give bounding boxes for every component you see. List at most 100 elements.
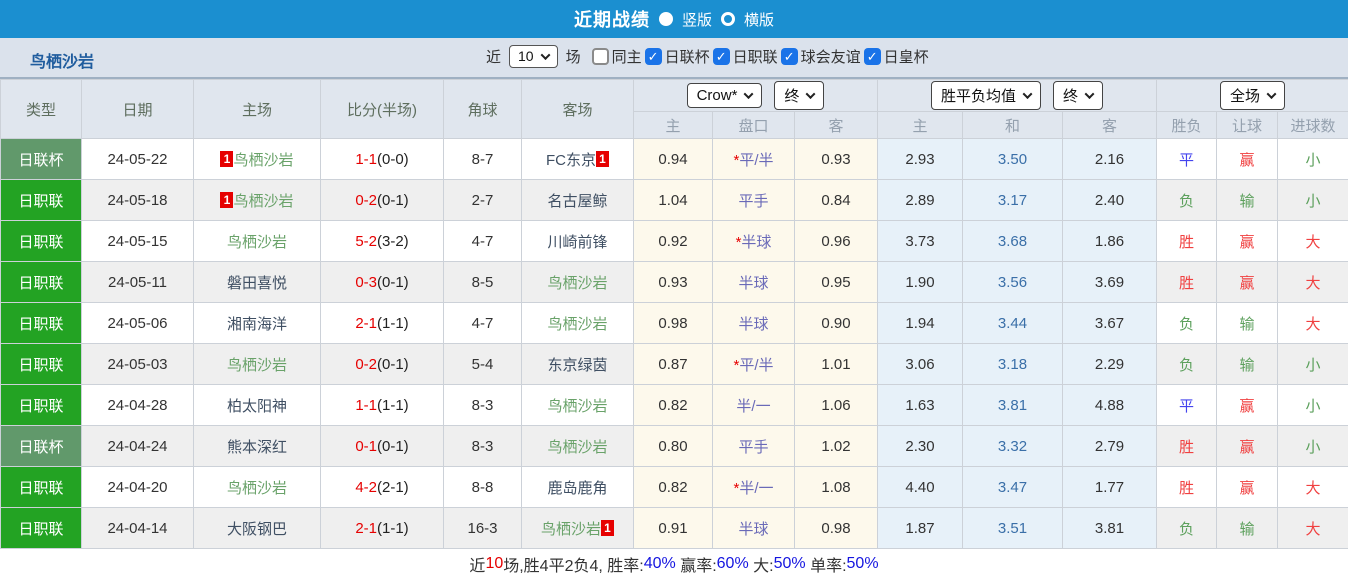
subheader-res-goals: 进球数 bbox=[1277, 111, 1348, 139]
same-home-label[interactable]: 同主 bbox=[612, 46, 642, 67]
euro-time-select[interactable]: 终 bbox=[1053, 81, 1104, 110]
away-team: 鸟栖沙岩 1 bbox=[521, 507, 634, 549]
euro-home-odds: 3.06 bbox=[877, 343, 964, 385]
home-team: 柏太阳神 bbox=[193, 384, 321, 426]
result-handicap: 赢 bbox=[1216, 384, 1279, 426]
euro-home-odds: 1.63 bbox=[877, 384, 964, 426]
euro-away-odds: 4.88 bbox=[1062, 384, 1158, 426]
result-goals: 小 bbox=[1277, 179, 1348, 221]
league-type-badge: 日职联 bbox=[0, 384, 82, 426]
match-date: 24-05-06 bbox=[81, 302, 194, 344]
result-goals: 大 bbox=[1277, 261, 1348, 303]
away-team: 名古屋鲸 bbox=[521, 179, 634, 221]
euro-type-value: 胜平负均值 bbox=[941, 88, 1017, 105]
euro-draw-odds: 3.51 bbox=[962, 507, 1064, 549]
asia-away-odds: 1.02 bbox=[793, 425, 879, 467]
result-wdl: 平 bbox=[1156, 384, 1218, 426]
result-handicap: 赢 bbox=[1216, 466, 1279, 508]
league-j1-checkbox[interactable]: ✓ bbox=[712, 48, 730, 65]
page-title: 近期战绩 bbox=[573, 10, 650, 30]
subheader-res-wdl: 胜负 bbox=[1156, 111, 1218, 139]
match-date: 24-04-14 bbox=[81, 507, 194, 549]
summary-segment: 50% bbox=[773, 555, 806, 572]
layout-radio-vertical[interactable] bbox=[658, 12, 673, 26]
chevron-down-icon bbox=[1022, 89, 1033, 100]
match-row: 日职联 24-04-20 鸟栖沙岩 4-2(2-1) 8-8 鹿岛鹿角 0.82… bbox=[0, 466, 1348, 508]
euro-odds-group-header: 胜平负均值 终 bbox=[877, 79, 1158, 112]
away-team: 鸟栖沙岩 bbox=[521, 302, 634, 344]
result-wdl: 胜 bbox=[1156, 261, 1218, 303]
euro-home-odds: 1.87 bbox=[877, 507, 964, 549]
league-cup-checkbox[interactable]: ✓ bbox=[644, 48, 662, 65]
games-label: 场 bbox=[565, 49, 581, 66]
same-home-checkbox[interactable] bbox=[591, 48, 609, 65]
odds-source-select[interactable]: Crow* bbox=[686, 83, 763, 108]
asia-away-odds: 1.06 bbox=[793, 384, 879, 426]
match-date: 24-05-22 bbox=[81, 138, 194, 180]
summary-segment: 场,胜4平2负4, 胜率: bbox=[503, 558, 644, 575]
league-friendly-checkbox[interactable]: ✓ bbox=[780, 48, 798, 65]
away-team: 鸟栖沙岩 bbox=[521, 425, 634, 467]
asia-away-odds: 0.95 bbox=[793, 261, 879, 303]
layout-radio-horizontal-label[interactable]: 横版 bbox=[744, 9, 774, 30]
euro-home-odds: 3.73 bbox=[877, 220, 964, 262]
euro-type-select[interactable]: 胜平负均值 bbox=[931, 81, 1042, 110]
layout-radio-vertical-label[interactable]: 竖版 bbox=[682, 9, 712, 30]
asia-away-odds: 0.93 bbox=[793, 138, 879, 180]
summary-segment: 单率: bbox=[805, 558, 847, 575]
header-type: 类型 bbox=[0, 79, 82, 139]
result-goals: 小 bbox=[1277, 384, 1348, 426]
match-date: 24-05-11 bbox=[81, 261, 194, 303]
asia-home-odds: 0.91 bbox=[633, 507, 713, 549]
chevron-down-icon bbox=[743, 89, 754, 100]
match-score: 2-1(1-1) bbox=[320, 507, 444, 549]
league-friendly-label[interactable]: 球会友谊 bbox=[801, 46, 861, 67]
euro-draw-odds: 3.68 bbox=[962, 220, 1064, 262]
result-handicap: 赢 bbox=[1216, 220, 1279, 262]
subheader-asia-handicap: 盘口 bbox=[712, 111, 795, 139]
subheader-eu-away: 客 bbox=[1062, 111, 1158, 139]
recent-results-panel: 近期战绩 竖版 横版 鸟栖沙岩 近 10 场 同主 ✓ 日联杯 ✓ 日职联 ✓ … bbox=[0, 0, 1348, 579]
scope-select[interactable]: 全场 bbox=[1220, 81, 1286, 110]
euro-away-odds: 1.86 bbox=[1062, 220, 1158, 262]
match-score: 0-3(0-1) bbox=[320, 261, 444, 303]
subheader-eu-home: 主 bbox=[877, 111, 964, 139]
league-cup-label[interactable]: 日联杯 bbox=[665, 46, 710, 67]
euro-draw-odds: 3.18 bbox=[962, 343, 1064, 385]
corners: 8-8 bbox=[443, 466, 522, 508]
euro-away-odds: 3.81 bbox=[1062, 507, 1158, 549]
euro-home-odds: 2.93 bbox=[877, 138, 964, 180]
euro-draw-odds: 3.32 bbox=[962, 425, 1064, 467]
away-team: FC东京 1 bbox=[521, 138, 634, 180]
league-type-badge: 日联杯 bbox=[0, 138, 82, 180]
euro-away-odds: 3.69 bbox=[1062, 261, 1158, 303]
match-date: 24-05-15 bbox=[81, 220, 194, 262]
result-goals: 大 bbox=[1277, 220, 1348, 262]
away-team: 东京绿茵 bbox=[521, 343, 634, 385]
asia-home-odds: 0.80 bbox=[633, 425, 713, 467]
league-j1-label[interactable]: 日职联 bbox=[733, 46, 778, 67]
match-count-select[interactable]: 10 bbox=[509, 45, 558, 68]
away-team: 鹿岛鹿角 bbox=[521, 466, 634, 508]
chevron-down-icon bbox=[805, 89, 816, 100]
asia-handicap: 半球 bbox=[712, 261, 795, 303]
euro-away-odds: 2.29 bbox=[1062, 343, 1158, 385]
match-row: 日联杯 24-05-22 1 鸟栖沙岩 1-1(0-0) 8-7 FC东京 1 0.… bbox=[0, 138, 1348, 180]
asia-time-select[interactable]: 终 bbox=[774, 81, 825, 110]
euro-away-odds: 2.16 bbox=[1062, 138, 1158, 180]
subheader-res-handicap: 让球 bbox=[1216, 111, 1279, 139]
league-emperor-cup-checkbox[interactable]: ✓ bbox=[863, 48, 881, 65]
layout-radio-horizontal[interactable] bbox=[721, 12, 735, 26]
league-emperor-cup-label[interactable]: 日皇杯 bbox=[884, 46, 929, 67]
result-wdl: 负 bbox=[1156, 302, 1218, 344]
header-home: 主场 bbox=[193, 79, 321, 139]
home-team: 磐田喜悦 bbox=[193, 261, 321, 303]
filter-bar: 鸟栖沙岩 近 10 场 同主 ✓ 日联杯 ✓ 日职联 ✓ 球会友谊 ✓ 日皇杯 bbox=[0, 38, 1348, 79]
home-team: 鸟栖沙岩 bbox=[193, 220, 321, 262]
corners: 2-7 bbox=[443, 179, 522, 221]
corners: 8-5 bbox=[443, 261, 522, 303]
subheader-asia-away: 客 bbox=[793, 111, 879, 139]
asia-away-odds: 1.01 bbox=[793, 343, 879, 385]
match-score: 4-2(2-1) bbox=[320, 466, 444, 508]
match-score: 0-1(0-1) bbox=[320, 425, 444, 467]
